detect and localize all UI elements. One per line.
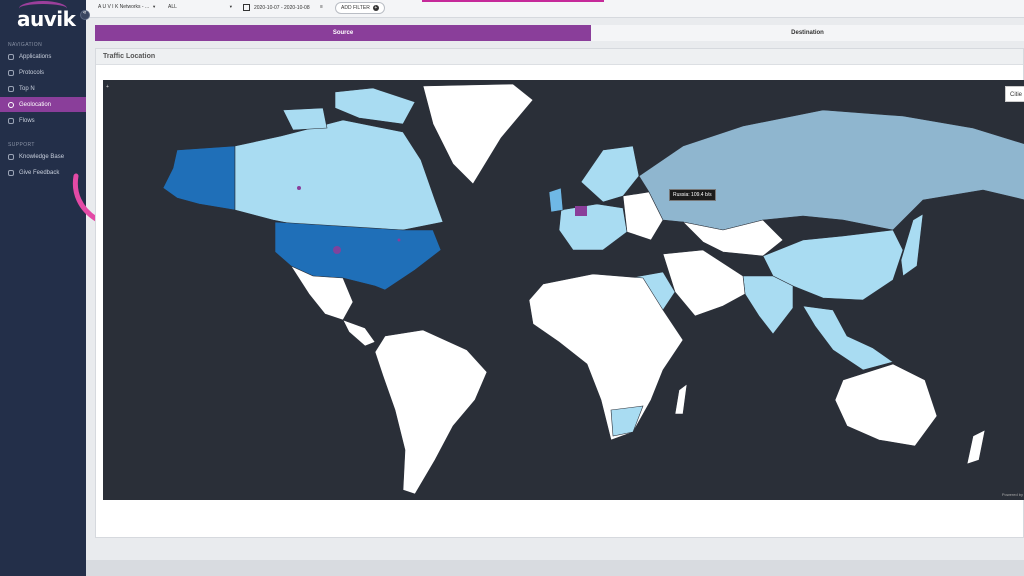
country-madagascar — [674, 383, 688, 415]
country-canada — [234, 119, 444, 231]
sidebar-item-knowledge-base[interactable]: Knowledge Base — [0, 149, 86, 164]
direction-tabs: Source Destination — [95, 25, 1024, 41]
add-filter-label: ADD FILTER — [341, 5, 370, 11]
continent-south-america — [374, 329, 488, 495]
sidebar-item-protocols[interactable]: Protocols — [0, 65, 86, 80]
sidebar-item-label: Top N — [19, 85, 35, 92]
country-middle-east — [662, 249, 746, 317]
date-range-value: 2020-10-07 - 2020-10-08 — [254, 4, 310, 11]
sidebar-item-label: Geolocation — [19, 101, 52, 108]
country-russia — [638, 109, 1024, 231]
bar-chart-icon — [8, 85, 14, 92]
sidebar-item-label: Give Feedback — [19, 169, 60, 176]
sidebar-item-flows[interactable]: Flows — [0, 113, 86, 128]
loading-indicator — [422, 0, 604, 2]
cities-toggle-button[interactable]: Citie — [1005, 86, 1024, 102]
book-icon — [8, 153, 14, 160]
country-uk — [548, 187, 564, 213]
top-bar: A U V I K Networks - ...▼ ALL▼ 2020-10-0… — [80, 0, 1024, 20]
logo-text: auvik — [17, 7, 76, 31]
powered-by-label: Powered by — [1001, 492, 1023, 497]
sidebar-item-geolocation[interactable]: Geolocation — [0, 97, 86, 112]
country-southeast-asia — [802, 305, 894, 371]
filter-icon[interactable]: ≡ — [320, 4, 323, 10]
chevron-down-icon: ▼ — [152, 4, 157, 9]
sidebar-item-label: Protocols — [19, 69, 45, 76]
collapse-sidebar-button[interactable] — [80, 10, 90, 20]
sidebar-item-applications[interactable]: Applications — [0, 49, 86, 64]
sidebar-item-label: Applications — [19, 53, 52, 60]
grid-icon — [8, 53, 14, 60]
support-heading: SUPPORT — [8, 142, 35, 148]
network-selector[interactable]: A U V I K Networks - ... ▼ — [98, 4, 156, 10]
scope-selector[interactable]: ALL ▼ — [168, 4, 233, 10]
traffic-marker — [397, 238, 401, 242]
world-map-svg — [162, 83, 1024, 495]
country-new-zealand — [966, 429, 986, 465]
country-alaska — [162, 145, 236, 211]
world-map[interactable]: + Citie Russia: 109.4 b/s Powered by — [103, 80, 1024, 500]
wrench-icon — [8, 69, 14, 76]
add-filter-button[interactable]: ADD FILTER + — [335, 2, 385, 14]
location-pin-icon — [8, 101, 14, 108]
tab-destination[interactable]: Destination — [591, 25, 1024, 41]
zoom-control[interactable]: + — [106, 84, 109, 90]
traffic-marker — [297, 186, 301, 190]
panel-title: Traffic Location — [96, 49, 1023, 65]
traffic-location-panel: Traffic Location + Citie Russia: 109.4 b… — [95, 48, 1024, 538]
sidebar-item-label: Knowledge Base — [19, 153, 65, 160]
sidebar-item-label: Flows — [19, 117, 35, 124]
country-central-america — [342, 319, 376, 347]
tab-source[interactable]: Source — [95, 25, 591, 41]
chat-icon — [8, 169, 14, 176]
network-selector-value: A U V I K Networks - ... — [98, 4, 150, 10]
date-range-picker[interactable]: 2020-10-07 - 2020-10-08 — [243, 4, 310, 11]
calendar-icon — [243, 4, 250, 11]
country-netherlands — [575, 206, 587, 216]
navigation-heading: NAVIGATION — [8, 42, 43, 48]
country-japan — [900, 213, 924, 277]
chevron-down-icon: ▼ — [228, 4, 233, 9]
flows-icon — [8, 117, 14, 124]
country-western-europe — [558, 203, 628, 251]
sidebar-item-top-n[interactable]: Top N — [0, 81, 86, 96]
country-australia — [834, 363, 938, 447]
country-greenland — [422, 83, 534, 185]
scope-selector-value: ALL — [168, 4, 177, 10]
map-tooltip: Russia: 109.4 b/s — [669, 189, 716, 201]
country-india — [742, 275, 794, 335]
plus-icon: + — [372, 5, 379, 11]
traffic-marker — [333, 246, 341, 254]
sidebar: auvik NAVIGATION Applications Protocols … — [0, 0, 169, 576]
auvik-logo[interactable]: auvik — [17, 1, 76, 31]
country-scandinavia — [580, 145, 640, 203]
bottom-chart-area — [86, 560, 1024, 576]
